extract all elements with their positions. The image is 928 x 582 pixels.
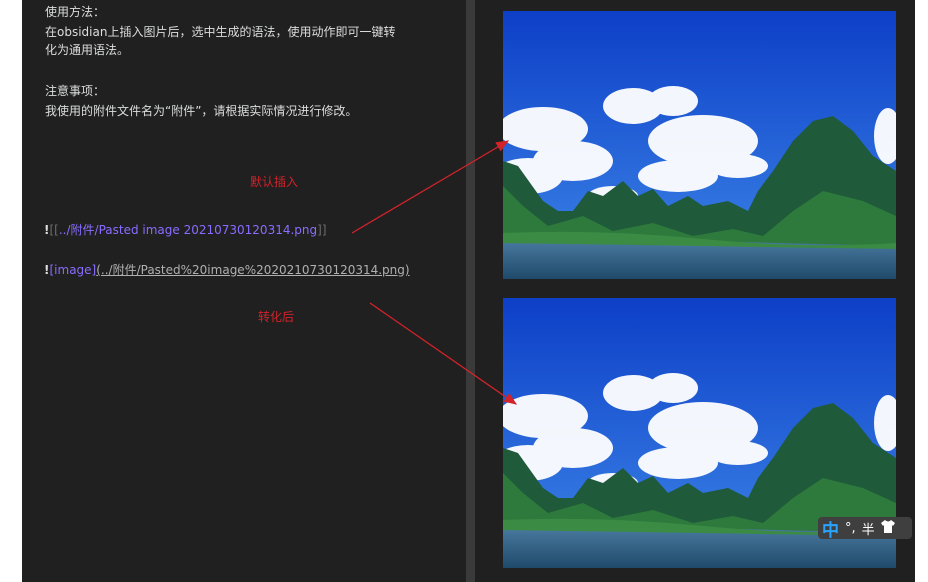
ime-mode-indicator[interactable]: 中	[822, 516, 839, 541]
annotation-arrows	[351, 140, 518, 405]
arrow-default-to-image	[351, 140, 510, 234]
ime-punctuation-indicator[interactable]: °,	[845, 521, 856, 536]
ime-width-indicator[interactable]: 半	[862, 519, 875, 538]
arrow-converted-to-image	[369, 302, 518, 405]
ime-status-bar[interactable]: 中 °, 半	[818, 516, 912, 541]
shirt-icon[interactable]	[880, 519, 895, 537]
